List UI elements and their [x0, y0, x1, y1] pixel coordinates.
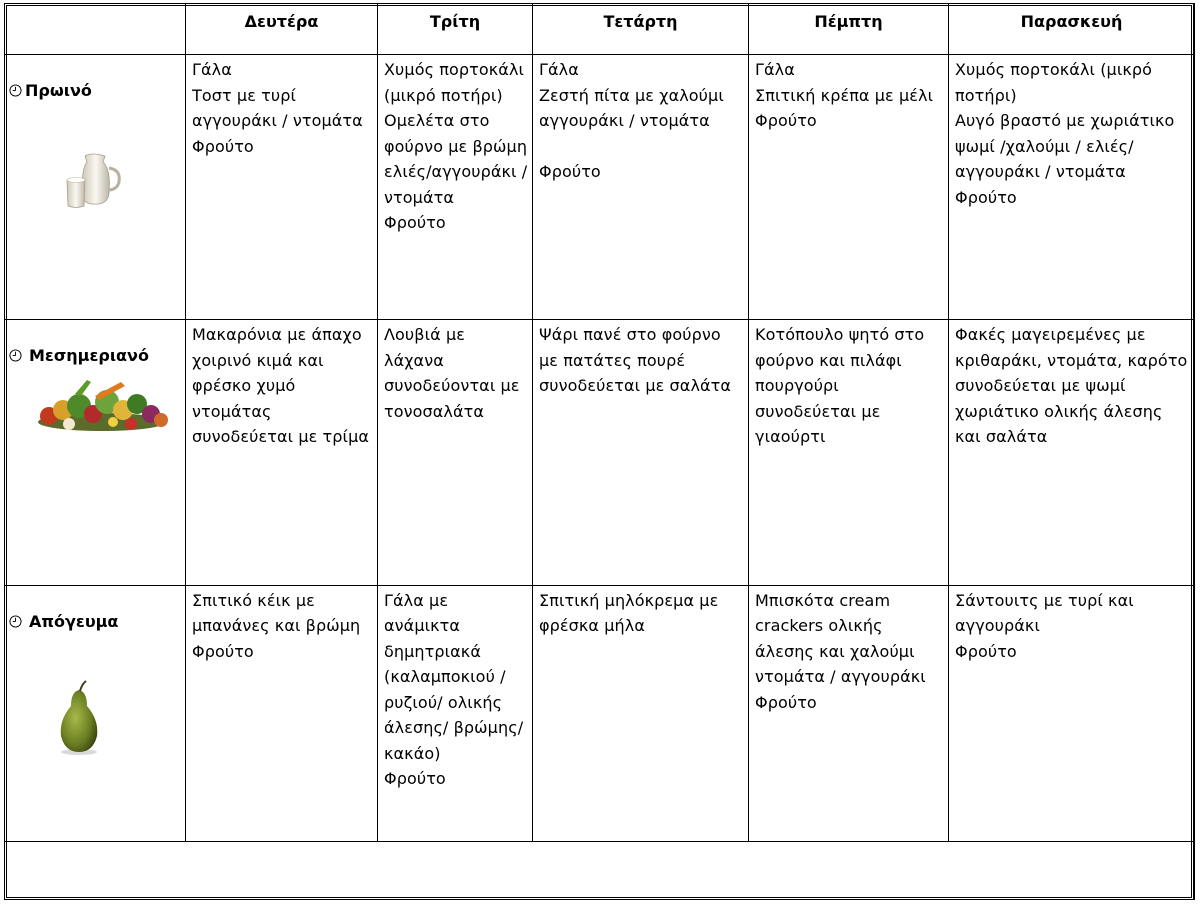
- meal-label: Απόγευμα: [29, 611, 119, 631]
- meal-cell: Σάντουιτς με τυρί και αγγουράκι Φρούτο: [948, 584, 1195, 842]
- meal-label-cell: Πρωινό: [4, 54, 186, 321]
- meal-cell: Χυμός πορτοκάλι (μικρό ποτήρι) Ομελέτα σ…: [377, 54, 533, 321]
- meal-label-cell: Απόγευμα: [4, 584, 186, 842]
- meal-text: Χυμός πορτοκάλι (μικρό ποτήρι) Ομελέτα σ…: [384, 60, 528, 233]
- meal-cell: Γάλα Ζεστή πίτα με χαλούμι αγγουράκι / ν…: [532, 54, 749, 321]
- meal-row-afternoon: Απόγευμα Σπιτικό κέικ με μπανάνες και βρ…: [4, 584, 1195, 842]
- meal-cell: Γάλα με ανάμικτα δημητριακά (καλαμποκιού…: [377, 584, 533, 842]
- header-row: Δευτέρα Τρίτη Τετάρτη Πέμπτη Παρασκευή: [4, 2, 1195, 56]
- day-header: Πέμπτη: [748, 2, 949, 56]
- meal-text: Σπιτικό κέικ με μπανάνες και βρώμη Φρούτ…: [192, 590, 361, 661]
- meal-text: Φακές μαγειρεμένες με κριθαράκι, ντομάτα…: [955, 325, 1188, 447]
- meal-text: Γάλα Σπιτική κρέπα με μέλι Φρούτο: [755, 60, 934, 131]
- meal-cell: Σπιτικό κέικ με μπανάνες και βρώμη Φρούτ…: [185, 584, 378, 842]
- meal-cell: Γάλα Τοστ με τυρί αγγουράκι / ντομάτα Φρ…: [185, 54, 378, 321]
- day-header: Τρίτη: [377, 2, 533, 56]
- meal-text: Μακαρόνια με άπαχο χοιρινό κιμά και φρέσ…: [192, 325, 369, 447]
- clock-icon: [9, 84, 22, 97]
- meal-cell: Μπισκότα cream crackers ολικής άλεσης κα…: [748, 584, 949, 842]
- day-header: Τετάρτη: [532, 2, 749, 56]
- meal-row-lunch: Μεσημεριανό Μακαρόνια με άπαχο χοιρινό κ…: [4, 319, 1195, 586]
- meal-cell: Φακές μαγειρεμένες με κριθαράκι, ντομάτα…: [948, 319, 1195, 586]
- corner-cell: [4, 2, 186, 56]
- clock-icon: [9, 349, 22, 362]
- meal-cell: Γάλα Σπιτική κρέπα με μέλι Φρούτο: [748, 54, 949, 321]
- meal-label: Πρωινό: [25, 81, 92, 101]
- meal-text: Σάντουιτς με τυρί και αγγουράκι Φρούτο: [955, 590, 1134, 661]
- meal-cell: Μακαρόνια με άπαχο χοιρινό κιμά και φρέσ…: [185, 319, 378, 586]
- empty-cell: [4, 840, 1195, 901]
- meal-cell: Ψάρι πανέ στο φούρνο με πατάτες πουρέ συ…: [532, 319, 749, 586]
- meal-text: Γάλα Τοστ με τυρί αγγουράκι / ντομάτα Φρ…: [192, 60, 363, 156]
- meal-label: Μεσημεριανό: [29, 346, 149, 366]
- day-header: Παρασκευή: [948, 2, 1195, 56]
- empty-row: [4, 840, 1195, 901]
- meal-text: Μπισκότα cream crackers ολικής άλεσης κα…: [755, 590, 926, 712]
- meal-cell: Χυμός πορτοκάλι (μικρό ποτήρι) Αυγό βρασ…: [948, 54, 1195, 321]
- vegetables-icon: [38, 380, 168, 432]
- meal-cell: Σπιτική μηλόκρεμα με φρέσκα μήλα: [532, 584, 749, 842]
- meal-label-cell: Μεσημεριανό: [4, 319, 186, 586]
- meal-text: Λουβιά με λάχανα συνοδεύονται με τονοσαλ…: [384, 325, 520, 421]
- meal-row-breakfast: Πρωινό Γάλα Τοστ με τυρί αγγουράκι / ντο…: [4, 54, 1195, 321]
- meal-text: Σπιτική μηλόκρεμα με φρέσκα μήλα: [539, 590, 719, 636]
- milk-jug-icon: [66, 153, 121, 208]
- pear-icon: [60, 679, 98, 755]
- meal-text: Χυμός πορτοκάλι (μικρό ποτήρι) Αυγό βρασ…: [955, 60, 1175, 207]
- day-header: Δευτέρα: [185, 2, 378, 56]
- clock-icon: [9, 615, 22, 628]
- meal-text: Γάλα Ζεστή πίτα με χαλούμι αγγουράκι / ν…: [539, 60, 724, 182]
- meal-cell: Κοτόπουλο ψητό στο φούρνο και πιλάφι που…: [748, 319, 949, 586]
- meal-text: Γάλα με ανάμικτα δημητριακά (καλαμποκιού…: [384, 590, 524, 789]
- meal-text: Ψάρι πανέ στο φούρνο με πατάτες πουρέ συ…: [539, 325, 732, 396]
- weekly-meal-plan-table: Δευτέρα Τρίτη Τετάρτη Πέμπτη Παρασκευή Π…: [4, 2, 1195, 901]
- meal-cell: Λουβιά με λάχανα συνοδεύονται με τονοσαλ…: [377, 319, 533, 586]
- meal-text: Κοτόπουλο ψητό στο φούρνο και πιλάφι που…: [755, 325, 925, 447]
